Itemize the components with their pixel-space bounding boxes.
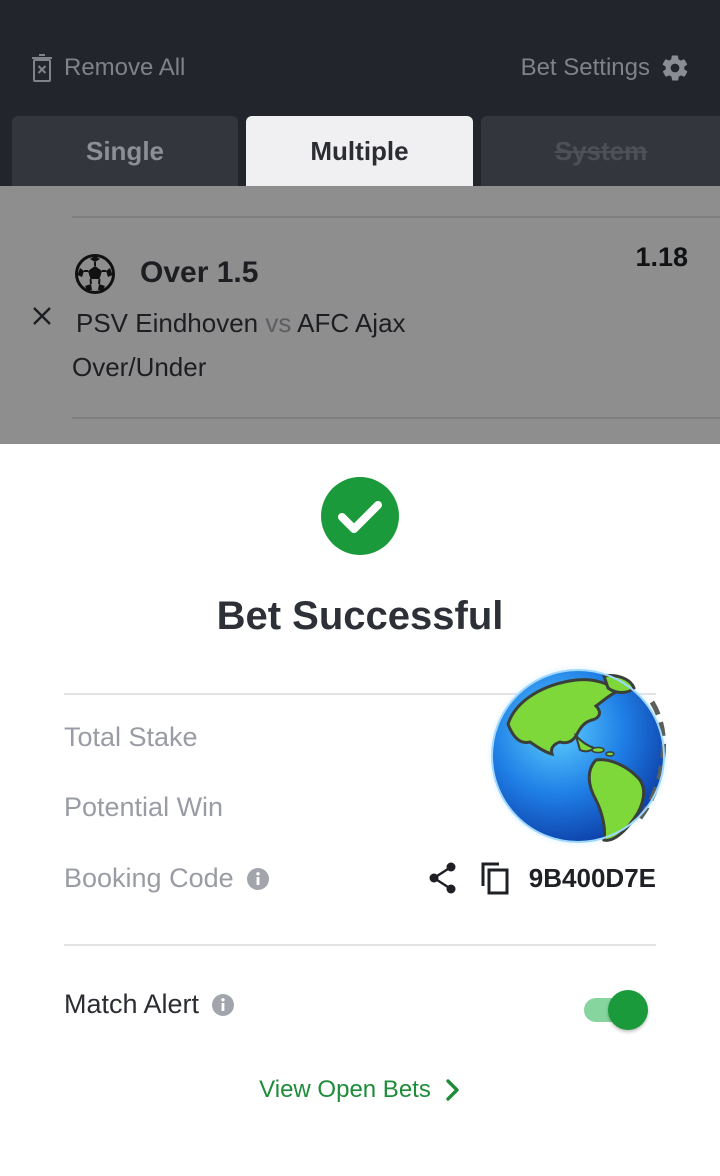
vs-label: vs: [265, 308, 292, 338]
selection-odds: 1.18: [635, 242, 688, 272]
soccer-ball-icon: [75, 254, 115, 294]
chevron-right-icon: [446, 1079, 459, 1101]
home-team: PSV Eindhoven: [76, 308, 259, 338]
booking-code-actions: 9B400D7E: [427, 856, 656, 900]
potential-win-label: Potential Win: [64, 792, 224, 822]
remove-all-label: Remove All: [64, 54, 186, 81]
trash-icon: [32, 54, 52, 82]
bet-type-tabs: Single Multiple System: [12, 116, 720, 186]
bet-success-sheet: Bet Successful Total Stake Potential Win…: [0, 444, 720, 1176]
betslip-header: Remove All Bet Settings Single Multiple …: [0, 0, 720, 186]
share-icon[interactable]: [427, 860, 459, 896]
divider: [72, 216, 720, 218]
toggle-knob: [608, 990, 648, 1030]
info-icon[interactable]: [246, 867, 270, 891]
info-icon[interactable]: [211, 993, 235, 1017]
away-team: AFC Ajax: [297, 308, 406, 338]
bet-selection-card: Over 1.5 1.18 PSV Eindhoven vs AFC Ajax …: [0, 186, 720, 444]
view-open-bets-label: View Open Bets: [259, 1076, 431, 1103]
booking-code-label: Booking Code: [64, 863, 234, 893]
match-alert-toggle[interactable]: [584, 990, 652, 1030]
booking-code-value[interactable]: 9B400D7E: [529, 863, 656, 894]
bet-settings-button[interactable]: Bet Settings: [521, 50, 690, 86]
view-open-bets-link[interactable]: View Open Bets: [0, 1076, 720, 1104]
remove-all-button[interactable]: Remove All: [30, 50, 185, 86]
success-title: Bet Successful: [216, 594, 504, 638]
success-check-icon: [321, 477, 399, 555]
bet-settings-label: Bet Settings: [520, 54, 650, 81]
close-icon[interactable]: [28, 302, 56, 330]
match-alert-row: Match Alert: [64, 989, 235, 1020]
booking-code-row: Booking Code: [64, 863, 270, 894]
tab-system: System: [481, 116, 720, 186]
tab-multiple[interactable]: Multiple: [246, 116, 473, 186]
divider: [64, 944, 656, 946]
tab-single[interactable]: Single: [12, 116, 238, 186]
market-name: Over/Under: [72, 352, 207, 382]
total-stake-label: Total Stake: [64, 722, 198, 752]
divider: [72, 417, 720, 419]
globe-icon: [486, 664, 670, 848]
selection-name: Over 1.5: [140, 256, 259, 289]
match-teams: PSV Eindhoven vs AFC Ajax: [76, 308, 406, 339]
match-alert-label: Match Alert: [64, 989, 200, 1019]
copy-icon[interactable]: [479, 860, 511, 896]
gear-icon: [662, 55, 688, 81]
